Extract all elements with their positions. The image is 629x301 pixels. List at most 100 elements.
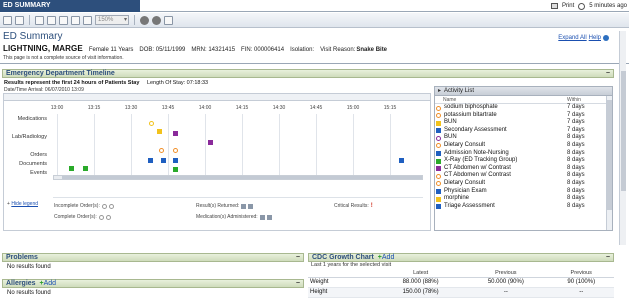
timeline-section-header[interactable]: Emergency Department Timeline − [2, 69, 614, 78]
visit-info-disclaimer: This page is not a complete source of vi… [3, 55, 124, 61]
growth-add-label[interactable]: Add [382, 254, 394, 261]
timeline-chart: 13:00 13:15 13:30 13:45 14:00 14:15 14:30 14:45… [51, 105, 423, 175]
timeline-row-label: Events [30, 170, 47, 176]
list-item[interactable]: BUN 7 days [435, 119, 612, 127]
list-item[interactable]: Admission Note-Nursing 8 days [435, 150, 612, 158]
stop-icon[interactable] [140, 15, 149, 25]
result-returned-icon [241, 203, 247, 209]
timeline-event-marker[interactable] [148, 158, 153, 163]
activity-list-header[interactable]: ▸ Activity List [435, 87, 612, 96]
length-of-stay: Length Of Stay: 07:18:33 [146, 80, 209, 86]
print-icon[interactable] [550, 3, 558, 9]
list-item[interactable]: BUN 8 days [435, 134, 612, 142]
timeline-scrollbar[interactable] [53, 175, 423, 180]
collapse-icon[interactable]: − [296, 254, 300, 262]
expand-arrow-icon[interactable]: ▸ [438, 87, 441, 95]
problems-section-header[interactable]: Problems − [2, 253, 304, 262]
list-item[interactable]: potassium bitartrate 7 days [435, 112, 612, 120]
growth-col-label [308, 269, 378, 278]
timeline-tick-label: 15:15 [383, 105, 397, 111]
help-link[interactable]: Help [589, 35, 601, 41]
complete-order-icon [105, 214, 111, 220]
timeline-row-label: Orders [30, 152, 47, 158]
print-link[interactable]: Print [562, 3, 574, 9]
list-item[interactable]: Triage Assessment 8 days [435, 203, 612, 211]
timeline-tick-label: 13:00 [50, 105, 64, 111]
timeline-row-label: Medications [17, 116, 47, 122]
visit-reason: Snake Bite [356, 47, 388, 53]
activity-status-icon [436, 113, 441, 119]
timeline-event-marker[interactable] [173, 148, 178, 153]
collapse-icon[interactable]: − [296, 280, 300, 288]
print-preview-icon[interactable] [35, 15, 44, 25]
allergies-section-header[interactable]: Allergies +Add − [2, 279, 304, 288]
growth-add-link[interactable]: +Add [378, 254, 395, 261]
allergies-add-label[interactable]: Add [44, 280, 56, 287]
timeline-event-marker[interactable] [83, 166, 88, 171]
activity-within: 8 days [567, 141, 585, 148]
expand-all-link[interactable]: Expand All [558, 35, 586, 41]
timeline-event-marker[interactable] [399, 158, 404, 163]
save-icon[interactable] [47, 15, 56, 25]
timeline-event-marker[interactable] [69, 166, 74, 171]
list-item[interactable]: Dietary Consult 8 days [435, 180, 612, 188]
window-title: ED SUMMARY [0, 0, 140, 12]
lock-icon[interactable] [164, 15, 173, 25]
activity-list-title: Activity List [444, 88, 475, 94]
timeline-event-marker[interactable] [173, 131, 178, 136]
titlebar-actions: Print 5 minutes ago [550, 1, 627, 11]
timeline-event-marker[interactable] [173, 167, 178, 172]
timeline-row-label: Documents [19, 161, 47, 167]
hide-legend-label[interactable]: Hide legend [11, 201, 38, 207]
list-item[interactable]: Dietary Consult 8 days [435, 142, 612, 150]
patient-demographics: Female 11 Years [88, 47, 134, 53]
collapse-icon[interactable]: − [606, 70, 610, 78]
timeline-event-marker[interactable] [159, 148, 164, 153]
problems-title: Problems [6, 254, 38, 261]
legend-results-label: Result(s) Returned: [196, 203, 240, 209]
activity-list-rows: sodium biphosphate 7 days potassium bitart… [435, 104, 612, 210]
list-item[interactable]: Secondary Assessment 7 days [435, 127, 612, 135]
column-within[interactable]: Within [567, 97, 581, 103]
timeline-scroll-thumb[interactable] [62, 176, 422, 179]
list-item[interactable]: morphine 8 days [435, 195, 612, 203]
zoom-icon[interactable] [83, 15, 92, 25]
section-scrollbar[interactable] [619, 31, 626, 245]
legend-critical-results: Critical Results: ! [334, 203, 373, 209]
page-links: Expand All Help [558, 35, 609, 41]
list-item[interactable]: sodium biphosphate 7 days [435, 104, 612, 112]
section-scroll-thumb[interactable] [621, 71, 626, 191]
timeline-event-marker[interactable] [149, 121, 154, 126]
activity-list-scrollbar[interactable] [606, 96, 612, 230]
growth-col-latest: Latest [378, 269, 464, 278]
column-name[interactable]: Name [443, 97, 456, 103]
timeline-gridline [279, 114, 280, 175]
growth-chart-section-header[interactable]: CDC Growth Chart +Add − [308, 253, 614, 262]
list-item[interactable]: Physician Exam 8 days [435, 188, 612, 196]
activity-within: 8 days [567, 149, 585, 156]
list-item[interactable]: CT Abdomen w/ Contrast 8 days [435, 165, 612, 173]
activity-scroll-thumb[interactable] [607, 100, 612, 210]
allergies-add-link[interactable]: +Add [40, 280, 57, 287]
back-icon[interactable] [3, 15, 12, 25]
zoom-select[interactable]: 150% [95, 15, 129, 25]
search-icon[interactable] [71, 15, 80, 25]
activity-status-icon [436, 135, 441, 141]
timeline-event-marker[interactable] [157, 129, 162, 134]
hide-legend-link[interactable]: + Hide legend [7, 201, 38, 207]
list-item[interactable]: X-Ray (ED Tracking Group) 8 days [435, 157, 612, 165]
timeline-gridline [131, 114, 132, 175]
refresh-time[interactable]: 5 minutes ago [589, 3, 627, 9]
patient-banner: LIGHTNING, MARGE Female 11 Years DOB: 05… [3, 44, 623, 53]
timeline-event-marker[interactable] [161, 158, 166, 163]
home-icon[interactable] [15, 15, 24, 25]
collapse-icon[interactable]: − [606, 254, 610, 262]
timeline-gridline [57, 114, 58, 175]
timeline-event-marker[interactable] [173, 158, 178, 163]
refresh-icon[interactable] [152, 15, 161, 25]
list-item[interactable]: CT Abdomen w/ Contrast 8 days [435, 172, 612, 180]
timeline-event-marker[interactable] [208, 140, 213, 145]
copy-icon[interactable] [59, 15, 68, 25]
refresh-clock-icon[interactable] [578, 2, 586, 10]
help-icon[interactable] [603, 35, 609, 41]
